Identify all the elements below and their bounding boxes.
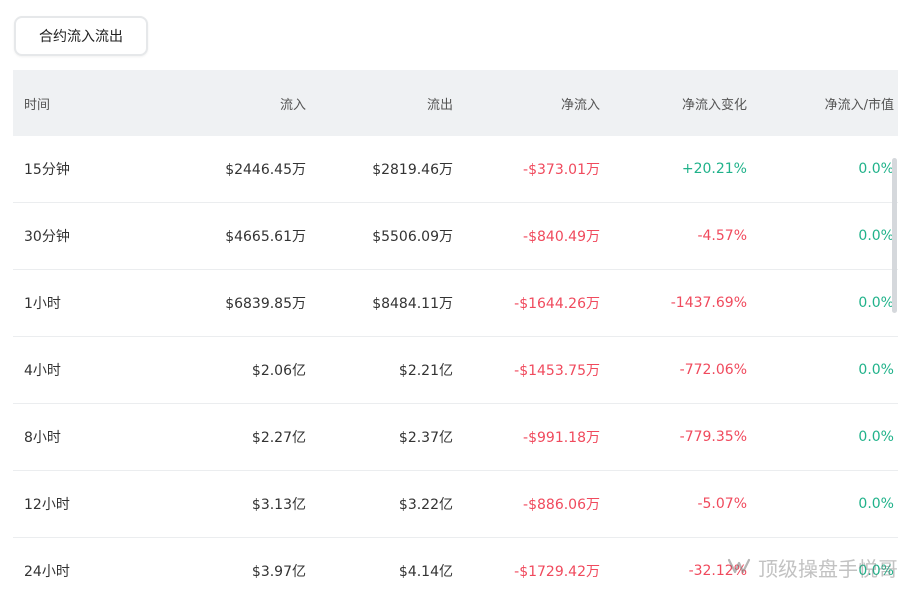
- cell-net-inflow: -$991.18万: [523, 430, 600, 446]
- cell-time: 4小时: [24, 363, 61, 379]
- table-row: 8小时 $2.27亿 $2.37亿 -$991.18万 -779.35% 0.0…: [13, 404, 898, 471]
- cell-inflow: $2.27亿: [251, 430, 306, 446]
- contract-flow-tab[interactable]: 合约流入流出: [14, 16, 148, 56]
- table-scrollbar[interactable]: [892, 158, 897, 313]
- contract-flow-page: 合约流入流出 时间 流入 流出 净流入 净流入变化 净流入/市值 15分钟 $2…: [0, 0, 906, 592]
- cell-net-inflow: -$886.06万: [523, 497, 600, 513]
- cell-inflow: $3.13亿: [251, 497, 306, 513]
- cell-inflow: $4665.61万: [225, 229, 306, 245]
- cell-outflow: $8484.11万: [372, 296, 453, 312]
- cell-net-ratio: 0.0%: [858, 429, 894, 445]
- table-header: 时间 流入 流出 净流入 净流入变化 净流入/市值: [13, 70, 898, 136]
- cell-inflow: $2.06亿: [251, 363, 306, 379]
- col-header-outflow: 流出: [426, 97, 453, 113]
- cell-net-ratio: 0.0%: [858, 295, 894, 311]
- contract-flow-tab-label: 合约流入流出: [39, 29, 123, 45]
- table-row: 1小时 $6839.85万 $8484.11万 -$1644.26万 -1437…: [13, 270, 898, 337]
- cell-outflow: $3.22亿: [398, 497, 453, 513]
- cell-net-inflow: -$1453.75万: [514, 363, 600, 379]
- table-row: 24小时 $3.97亿 $4.14亿 -$1729.42万 -32.12% 0.…: [13, 538, 898, 592]
- cell-inflow: $2446.45万: [225, 162, 306, 178]
- col-header-net-inflow: 净流入: [560, 97, 600, 113]
- cell-net-change: +20.21%: [681, 161, 747, 177]
- cell-net-change: -1437.69%: [670, 295, 747, 311]
- cell-net-change: -5.07%: [697, 496, 747, 512]
- col-header-inflow: 流入: [279, 97, 306, 113]
- cell-inflow: $3.97亿: [251, 564, 306, 580]
- cell-net-change: -772.06%: [679, 362, 747, 378]
- table-row: 15分钟 $2446.45万 $2819.46万 -$373.01万 +20.2…: [13, 136, 898, 203]
- table-row: 30分钟 $4665.61万 $5506.09万 -$840.49万 -4.57…: [13, 203, 898, 270]
- cell-net-change: -32.12%: [688, 563, 747, 579]
- cell-net-ratio: 0.0%: [858, 161, 894, 177]
- table-row: 4小时 $2.06亿 $2.21亿 -$1453.75万 -772.06% 0.…: [13, 337, 898, 404]
- cell-time: 30分钟: [24, 229, 70, 245]
- cell-net-ratio: 0.0%: [858, 362, 894, 378]
- col-header-net-change: 净流入变化: [681, 97, 747, 113]
- col-header-net-ratio: 净流入/市值: [824, 97, 894, 113]
- table-row: 12小时 $3.13亿 $3.22亿 -$886.06万 -5.07% 0.0%: [13, 471, 898, 538]
- cell-time: 12小时: [24, 497, 70, 513]
- cell-time: 1小时: [24, 296, 61, 312]
- cell-outflow: $2819.46万: [372, 162, 453, 178]
- cell-inflow: $6839.85万: [225, 296, 306, 312]
- cell-outflow: $2.37亿: [398, 430, 453, 446]
- cell-outflow: $5506.09万: [372, 229, 453, 245]
- cell-net-inflow: -$373.01万: [523, 162, 600, 178]
- cell-time: 8小时: [24, 430, 61, 446]
- cell-time: 24小时: [24, 564, 70, 580]
- cell-net-ratio: 0.0%: [858, 496, 894, 512]
- flow-table: 时间 流入 流出 净流入 净流入变化 净流入/市值 15分钟 $2446.45万…: [13, 70, 898, 592]
- cell-net-inflow: -$1729.42万: [514, 564, 600, 580]
- cell-outflow: $4.14亿: [398, 564, 453, 580]
- col-header-time: 时间: [24, 97, 51, 113]
- cell-net-ratio: 0.0%: [858, 563, 894, 579]
- cell-net-change: -779.35%: [679, 429, 747, 445]
- cell-net-ratio: 0.0%: [858, 228, 894, 244]
- cell-net-inflow: -$840.49万: [523, 229, 600, 245]
- cell-time: 15分钟: [24, 162, 70, 178]
- cell-net-change: -4.57%: [697, 228, 747, 244]
- cell-outflow: $2.21亿: [398, 363, 453, 379]
- cell-net-inflow: -$1644.26万: [514, 296, 600, 312]
